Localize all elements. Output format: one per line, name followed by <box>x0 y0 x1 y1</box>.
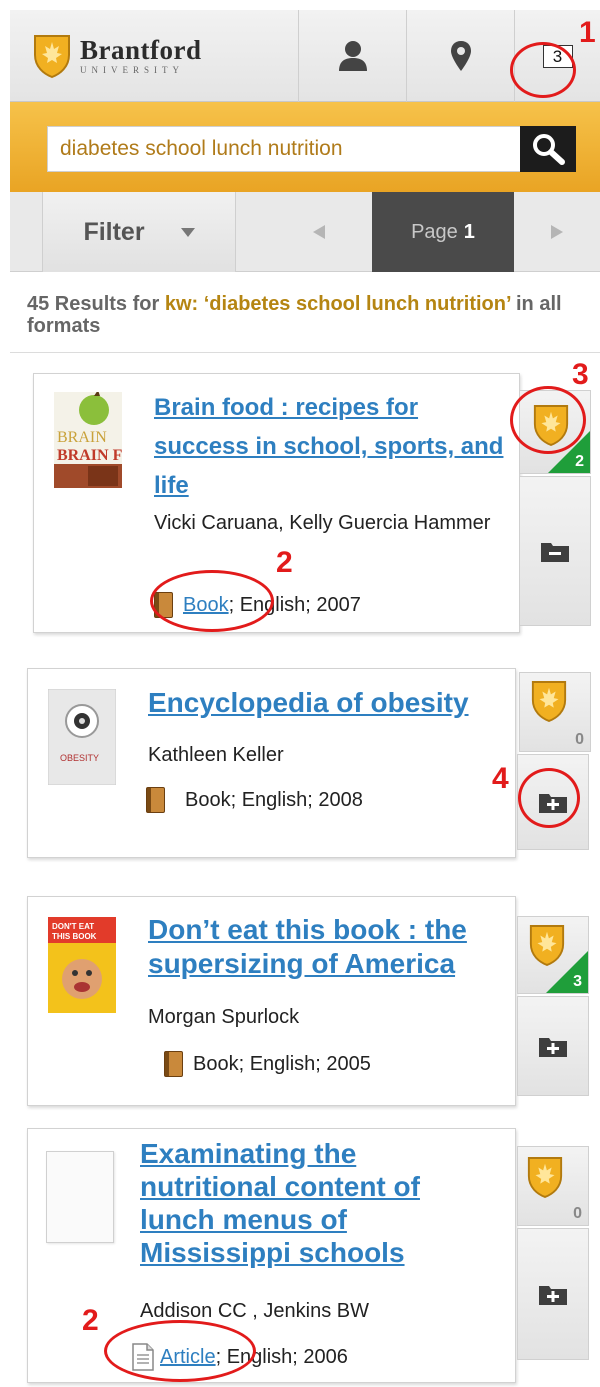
result-title-link[interactable]: Encyclopedia of obesity <box>148 685 508 721</box>
add-to-list-button[interactable] <box>517 1228 589 1360</box>
brantford-logo[interactable]: Brantford UNIVERSITY <box>10 10 290 102</box>
result-format: Book <box>185 788 231 811</box>
folder-plus-icon <box>539 1286 567 1305</box>
add-to-list-button[interactable] <box>517 754 589 850</box>
search-bar <box>10 102 600 192</box>
result-authors: Addison CC , Jenkins BW <box>140 1300 369 1322</box>
account-button[interactable] <box>298 10 406 102</box>
remove-from-list-button[interactable] <box>519 476 591 626</box>
result-title-link[interactable]: Brain food : recipes for success in scho… <box>154 388 504 505</box>
cover-title: OBESITY <box>60 753 99 763</box>
result-authors: Kathleen Keller <box>148 744 284 766</box>
previous-page-button[interactable] <box>266 192 372 272</box>
folder-plus-icon <box>539 794 567 813</box>
page-indicator: Page 1 <box>372 192 514 272</box>
format-link-book[interactable]: Book <box>183 594 229 617</box>
holdings-badge[interactable]: 3 <box>517 916 589 994</box>
book-cover: BRAIN BRAIN FOOD <box>54 392 122 488</box>
shield-maple-leaf-icon <box>527 1157 563 1198</box>
book-icon <box>146 787 165 813</box>
result-title-link[interactable]: Don’t eat this book : the supersizing of… <box>148 913 508 981</box>
magnifier-icon <box>533 134 565 165</box>
document-icon <box>132 1343 154 1371</box>
holdings-count: 2 <box>575 453 584 470</box>
result-meta: Article; English; 2006 <box>132 1343 348 1371</box>
top-bar: Brantford UNIVERSITY 3 <box>10 10 600 102</box>
logo-wordmark: Brantford <box>80 35 202 65</box>
result-meta: Book; English; 2005 <box>164 1051 371 1077</box>
cover-placeholder <box>46 1151 114 1243</box>
format-link-article[interactable]: Article <box>160 1346 216 1369</box>
location-button[interactable] <box>406 10 514 102</box>
result-language-year: ; English; 2007 <box>228 593 361 616</box>
annotation-number: 1 <box>579 16 596 49</box>
search-button[interactable] <box>520 126 576 172</box>
person-icon <box>338 41 367 71</box>
search-input[interactable] <box>47 126 521 172</box>
divider <box>10 352 600 353</box>
svg-text:BRAIN: BRAIN <box>57 429 107 446</box>
result-meta: Book; English; 2007 <box>154 592 361 618</box>
pager-bar: Filter Page 1 <box>10 192 600 272</box>
next-page-button[interactable] <box>514 192 600 272</box>
result-card: Examinating the nutritional content of l… <box>27 1128 516 1383</box>
map-pin-icon <box>450 41 471 71</box>
shield-maple-leaf-icon <box>531 681 567 722</box>
query-kw-label: kw: <box>164 293 199 315</box>
result-language-year: ; English; 2005 <box>238 1052 371 1075</box>
book-cover: DON'T EAT THIS BOOK <box>48 917 116 1013</box>
result-card: BRAIN BRAIN FOOD Brain food : recipes fo… <box>33 373 520 633</box>
svg-text:THIS BOOK: THIS BOOK <box>52 932 97 941</box>
folder-plus-icon <box>539 1038 567 1057</box>
holdings-badge[interactable]: 2 <box>519 390 591 474</box>
holdings-count: 0 <box>575 731 584 748</box>
saved-items-count: 3 <box>542 44 573 68</box>
triangle-left-icon <box>313 225 325 239</box>
filter-dropdown[interactable]: Filter <box>42 192 236 272</box>
results-summary: 45 Results for kw: ‘diabetes school lunc… <box>27 293 567 337</box>
holdings-badge[interactable]: 0 <box>519 672 591 752</box>
result-card: DON'T EAT THIS BOOK Don’t eat this book … <box>27 896 516 1106</box>
logo-subtitle: UNIVERSITY <box>80 65 184 75</box>
annotation-number: 2 <box>276 546 293 579</box>
add-to-list-button[interactable] <box>517 996 589 1096</box>
annotation-number: 2 <box>82 1304 99 1337</box>
annotation-number: 3 <box>572 358 589 391</box>
chevron-down-icon <box>180 227 195 237</box>
result-language-year: ; English; 2006 <box>215 1345 348 1368</box>
holdings-badge[interactable]: 0 <box>517 1146 589 1226</box>
holdings-count: 0 <box>573 1205 582 1222</box>
result-meta: Book; English; 2008 <box>146 787 363 813</box>
result-card: OBESITY Encyclopedia of obesity Kathleen… <box>27 668 516 858</box>
shield-maple-leaf-icon <box>34 35 70 79</box>
result-language-year: ; English; 2008 <box>230 788 363 811</box>
holdings-count: 3 <box>573 973 582 990</box>
book-icon <box>154 592 173 618</box>
result-authors: Morgan Spurlock <box>148 1006 300 1028</box>
page-number: 1 <box>463 220 475 243</box>
result-authors: Vicki Caruana, Kelly Guercia Hammer <box>154 512 491 534</box>
book-cover: OBESITY <box>48 689 116 785</box>
cover-title: BRAIN FOOD <box>57 447 122 464</box>
triangle-right-icon <box>551 225 563 239</box>
query-text: ‘diabetes school lunch nutrition’ <box>203 293 511 315</box>
results-count-text: 45 Results for <box>27 293 165 315</box>
annotation-number: 4 <box>492 762 509 795</box>
result-title-link[interactable]: Examinating the nutritional content of l… <box>140 1137 460 1269</box>
svg-text:DON'T EAT: DON'T EAT <box>52 922 94 931</box>
book-icon <box>164 1051 183 1077</box>
filter-label: Filter <box>83 217 145 246</box>
page-label: Page <box>411 220 458 243</box>
folder-minus-icon <box>541 543 569 562</box>
result-format: Book <box>193 1052 239 1075</box>
